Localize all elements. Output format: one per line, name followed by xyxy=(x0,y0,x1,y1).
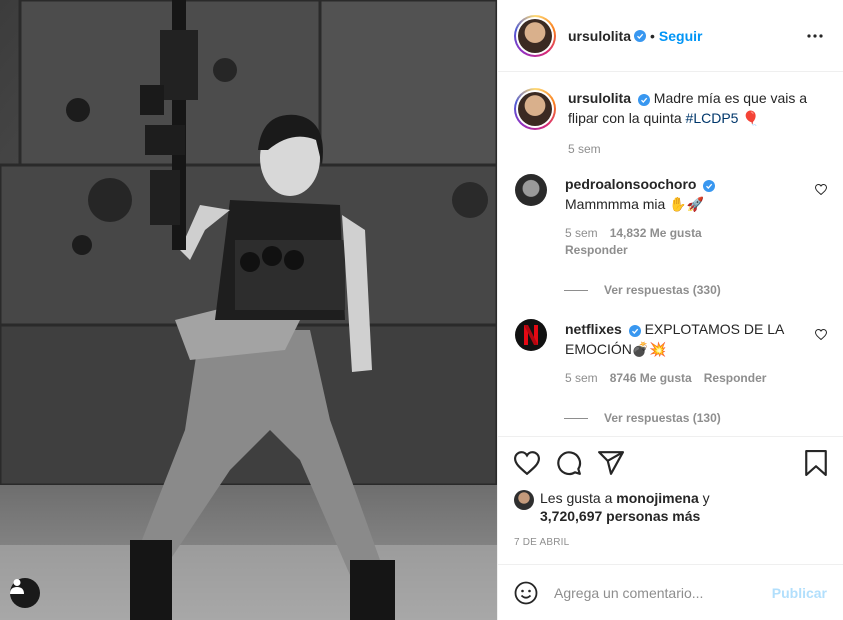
heart-icon xyxy=(814,183,828,196)
emoji-button[interactable] xyxy=(514,581,538,605)
caption-username[interactable]: ursulolita xyxy=(568,90,631,106)
action-bar xyxy=(498,437,843,489)
bookmark-icon xyxy=(805,450,827,476)
likes-count[interactable]: 3,720,697 personas más xyxy=(540,508,700,524)
caption-avatar[interactable] xyxy=(514,88,556,130)
netflix-logo-icon xyxy=(524,325,538,345)
more-icon xyxy=(807,33,823,38)
follow-button[interactable]: Seguir xyxy=(659,28,703,44)
comment-username[interactable]: netflixes xyxy=(565,321,622,337)
verified-badge-icon xyxy=(703,180,716,192)
post-date[interactable]: 7 DE ABRIL xyxy=(498,525,843,548)
caption-hashtag[interactable]: #LCDP5 xyxy=(686,110,739,126)
view-replies-button[interactable]: Ver respuestas (130) xyxy=(564,411,827,425)
send-icon xyxy=(598,451,624,475)
comment-input[interactable] xyxy=(554,584,772,601)
comment-username[interactable]: pedroalonsoochoro xyxy=(565,176,696,192)
commenter-avatar[interactable] xyxy=(515,174,547,206)
user-icon xyxy=(10,579,24,594)
netflix-avatar[interactable] xyxy=(515,319,547,351)
comment-item: netflixes EXPLOTAMOS DE LA EMOCIÓN💣💥 5 s… xyxy=(514,319,828,385)
like-comment-button[interactable] xyxy=(814,327,828,343)
balloon-emoji: 🎈 xyxy=(742,110,760,126)
comment-text: Mammmma mia ✋🚀 xyxy=(565,196,705,212)
more-options-button[interactable] xyxy=(803,33,827,38)
post-header: ursulolita • Seguir xyxy=(498,0,843,72)
verified-badge-icon xyxy=(637,94,650,106)
tag-user-button[interactable] xyxy=(10,578,40,608)
verified-badge-icon xyxy=(634,29,647,42)
liker-username[interactable]: monojimena xyxy=(616,490,698,506)
reply-button[interactable]: Responder xyxy=(565,243,799,257)
likes-prefix: Les gusta a xyxy=(540,490,617,506)
photo-image xyxy=(0,0,497,620)
add-comment-bar: Publicar xyxy=(498,564,843,620)
comment-time[interactable]: 5 sem xyxy=(565,371,598,385)
caption-time[interactable]: 5 sem xyxy=(568,142,827,156)
instagram-post: ursulolita • Seguir ursulolita Madre mía… xyxy=(0,0,843,620)
comments-list[interactable]: ursulolita Madre mía es que vais a flipa… xyxy=(498,72,843,436)
reply-button[interactable]: Responder xyxy=(704,371,767,385)
save-button[interactable] xyxy=(805,450,827,476)
author-username[interactable]: ursulolita xyxy=(568,28,631,44)
separator-dot: • xyxy=(650,27,655,44)
like-comment-button[interactable] xyxy=(814,182,828,198)
comment-likes[interactable]: 14,832 Me gusta xyxy=(610,226,702,240)
post-photo[interactable] xyxy=(0,0,497,620)
view-replies-button[interactable]: Ver respuestas (330) xyxy=(564,283,827,297)
emoji-icon xyxy=(514,581,538,604)
comment-time[interactable]: 5 sem xyxy=(565,226,598,240)
like-button[interactable] xyxy=(514,451,540,475)
share-button[interactable] xyxy=(598,451,624,475)
post-side-panel: ursulolita • Seguir ursulolita Madre mía… xyxy=(497,0,843,620)
likes-mid: y xyxy=(698,490,710,506)
likes-summary: Les gusta a monojimena y 3,720,697 perso… xyxy=(498,489,843,525)
heart-icon xyxy=(514,451,540,475)
verified-badge-icon xyxy=(628,325,641,337)
comment-icon xyxy=(557,451,582,476)
author-avatar[interactable] xyxy=(514,14,556,57)
heart-icon xyxy=(814,328,828,341)
comment-item: pedroalonsoochoro Mammmma mia ✋🚀 5 sem 1… xyxy=(514,174,828,257)
comment-likes[interactable]: 8746 Me gusta xyxy=(610,371,692,385)
post-caption: ursulolita Madre mía es que vais a flipa… xyxy=(514,88,827,156)
liker-avatar[interactable] xyxy=(514,490,534,510)
publish-button[interactable]: Publicar xyxy=(772,585,827,601)
comment-button[interactable] xyxy=(556,450,582,476)
post-actions-section: Les gusta a monojimena y 3,720,697 perso… xyxy=(498,436,843,548)
